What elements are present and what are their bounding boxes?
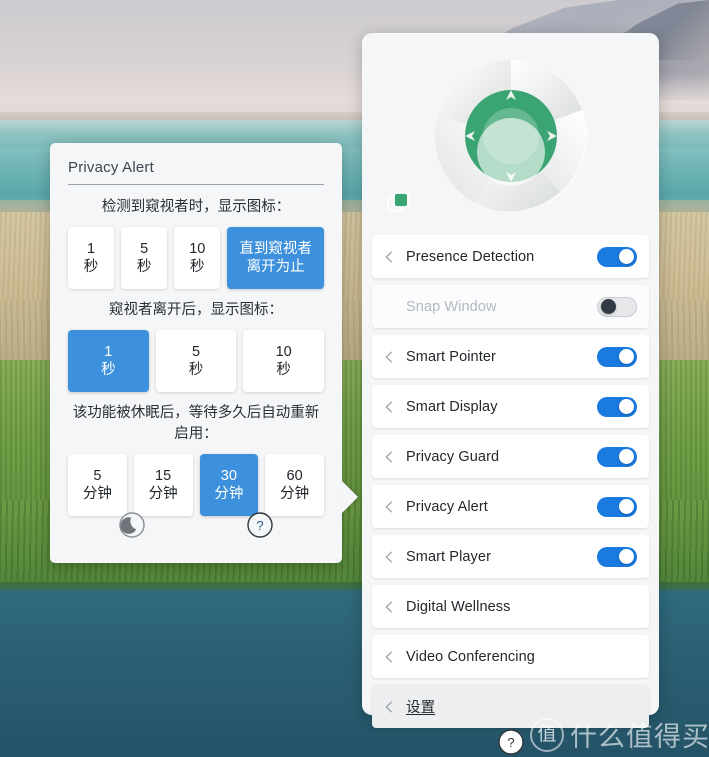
privacy-alert-flyout-wrapper: Privacy Alert 检测到窥视者时，显示图标： 1 秒 5 秒 10 秒直到窥视者离… [50,143,358,563]
option-line-1: 1 [87,240,96,257]
flyout-option-row: 1 秒 5 秒 10 秒直到窥视者 离开为止 [68,227,324,290]
feature-row[interactable]: Privacy Guard [372,435,649,478]
chevron-left-icon[interactable] [382,350,396,364]
flyout-pointer [342,481,358,513]
toggle-knob [619,349,634,364]
option-line-2: 秒 [188,362,204,379]
feature-label: Privacy Guard [406,448,500,465]
feature-label: Snap Window [406,298,497,315]
svg-text:?: ? [507,735,514,750]
option-line-1: 10 [275,343,292,360]
feature-row[interactable]: Video Conferencing [372,635,649,678]
feature-toggle[interactable] [597,396,637,417]
feature-toggle[interactable] [597,246,637,267]
overlapping-windows-icon [387,192,409,212]
toggle-knob [601,299,616,314]
chevron-left-icon[interactable] [382,650,396,664]
option-line-2: 秒 [101,362,116,379]
feature-toggle[interactable] [597,546,637,567]
duration-option-button[interactable]: 5秒 [155,330,237,393]
feature-settings-panel: Presence Detection Snap Window Smart Point… [362,33,659,755]
duration-option-button[interactable]: 5秒 [121,227,168,290]
chevron-left-icon[interactable] [382,550,396,564]
duration-option-button[interactable]: 10 秒 [174,227,221,290]
duration-option-button[interactable]: 直到窥视者 离开为止 [227,227,324,290]
flyout-option-row: 1 秒 5 秒 10 秒 [68,330,325,393]
flyout-question: 检测到窥视者时，显示图标： [101,199,291,215]
option-line-2: 秒 [136,259,152,276]
svg-text:?: ? [256,518,263,533]
panel-footer: ? [372,728,649,756]
feature-row[interactable]: Smart Pointer [372,335,649,378]
toggle-knob [619,549,634,564]
chevron-left-icon[interactable] [382,450,396,464]
option-line-1: 5 [191,343,201,360]
option-line-2: 秒 [276,362,291,379]
option-line-1: 15 [155,467,172,484]
option-line-2: 秒 [190,259,205,276]
option-line-2: 秒 [83,259,99,276]
feature-toggle[interactable] [597,446,637,467]
toggle-knob [619,449,634,464]
chevron-left-icon[interactable] [382,700,396,714]
help-circle-icon[interactable]: ? [246,511,274,539]
option-line-1: 直到窥视者 [239,240,312,257]
option-line-1: 5 [140,240,149,257]
feature-row[interactable]: Presence Detection [372,235,649,278]
privacy-alert-flyout: Privacy Alert 检测到窥视者时，显示图标： 1 秒 5 秒 10 秒直到窥视者离… [50,143,358,563]
flyout-question: 窥视者离开后，显示图标： [109,302,283,319]
duration-option-button[interactable]: 1秒 [68,330,149,393]
feature-label: Privacy Alert [406,498,488,515]
feature-list: Presence Detection Snap Window Smart Point… [372,235,649,728]
feature-label: Presence Detection [406,248,535,265]
duration-option-button[interactable]: 10 秒 [243,330,325,393]
option-line-1: 60 [286,467,303,484]
help-circle-icon[interactable]: ? [497,728,525,756]
chevron-placeholder [382,300,396,314]
feature-label: 设置 [406,700,436,716]
aperture-shutter-icon [434,59,587,212]
feature-label: Smart Pointer [406,348,496,365]
moon-sleep-icon[interactable] [118,511,146,539]
flyout-title: Privacy Alert [68,159,154,176]
feature-label: Smart Display [406,398,498,415]
chevron-left-icon[interactable] [382,250,396,264]
feature-row[interactable]: Privacy Alert [372,485,649,528]
feature-row[interactable]: Digital Wellness [372,585,649,628]
toggle-knob [619,249,634,264]
flyout-footer: ? [68,487,324,563]
toggle-knob [619,399,634,414]
duration-option-button[interactable]: 1秒 [68,227,115,290]
feature-toggle[interactable] [597,296,637,317]
option-line-1: 1 [104,343,113,360]
chevron-left-icon[interactable] [382,400,396,414]
feature-label: Video Conferencing [406,648,535,665]
feature-row[interactable]: Smart Display [372,385,649,428]
chevron-left-icon[interactable] [382,500,396,514]
feature-label: Digital Wellness [406,598,511,615]
flyout-sections: 检测到窥视者时，显示图标： 1 秒 5 秒 10 秒直到窥视者 离开为止 窥视者离开后，显示图标… [68,197,325,517]
toggle-knob [619,499,634,514]
option-line-1: 10 [189,240,206,257]
flyout-question: 该功能被休眠后，等待多久后自动重新启用： [72,405,320,443]
option-line-2: 离开为止 [246,259,305,276]
feature-toggle[interactable] [597,346,637,367]
feature-row[interactable]: Snap Window [372,285,649,328]
app-hero-banner [372,43,649,228]
feature-row[interactable]: 设置 [372,685,649,728]
feature-row[interactable]: Smart Player [372,535,649,578]
feature-label: Smart Player [406,548,491,565]
flyout-title-divider [68,184,324,185]
option-line-1: 5 [93,467,102,484]
chevron-left-icon[interactable] [382,600,396,614]
feature-toggle[interactable] [597,496,637,517]
option-line-1: 30 [220,467,237,484]
